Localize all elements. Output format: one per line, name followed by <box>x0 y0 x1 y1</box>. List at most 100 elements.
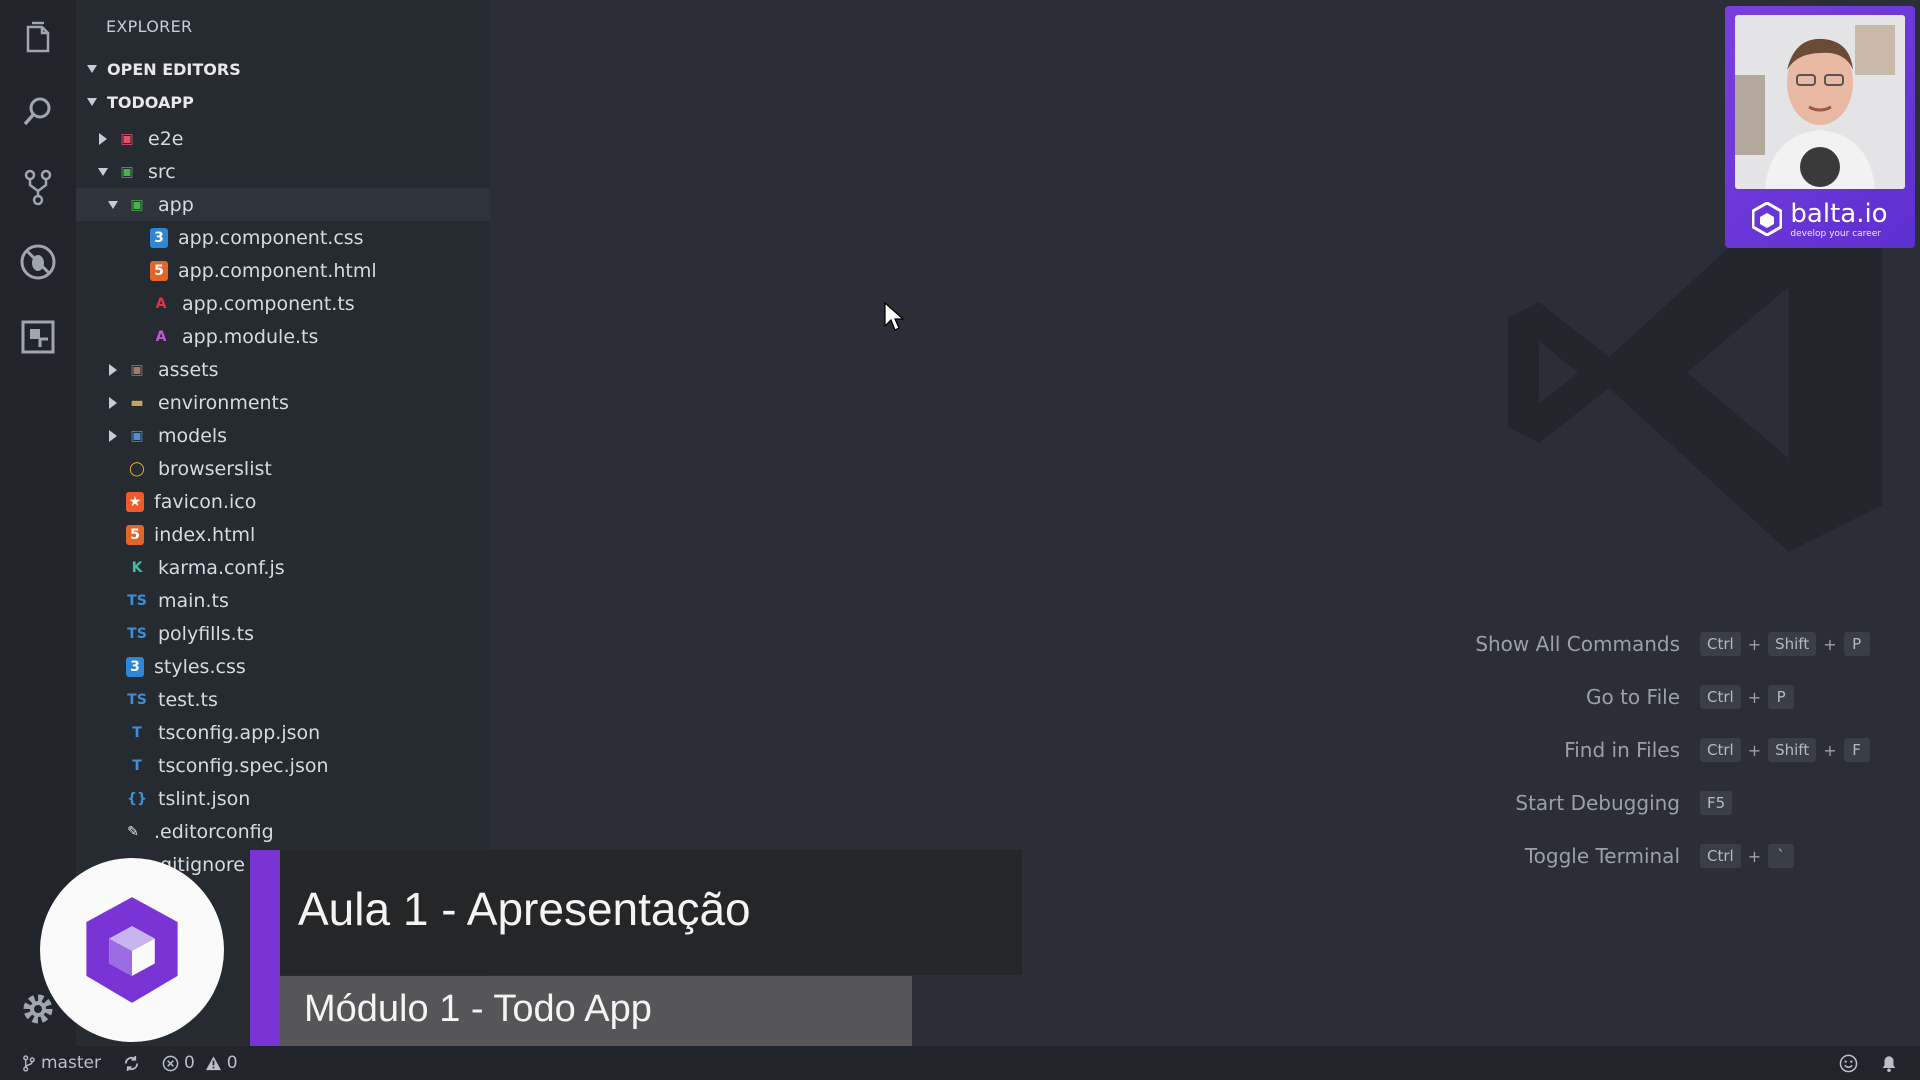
tree-item-label: assets <box>158 358 219 381</box>
presenter-video <box>1735 15 1905 189</box>
tree-item-label: tsconfig.spec.json <box>158 754 329 777</box>
shortcut-label[interactable]: Start Debugging <box>1390 791 1700 815</box>
keycap: ` <box>1768 844 1795 868</box>
tree-item-label: main.ts <box>158 589 229 612</box>
tree-item[interactable]: ▣ e2e <box>76 122 490 155</box>
tree-item-label: models <box>158 424 228 447</box>
chevron-down-icon <box>87 65 97 73</box>
tree-item[interactable]: 3 styles.css <box>76 650 490 683</box>
karma-icon: K <box>131 559 143 576</box>
shortcut-row[interactable]: Go to File Ctrl + P <box>1390 683 1920 711</box>
tree-item[interactable]: Kkarma.conf.js <box>76 551 490 584</box>
search-icon[interactable] <box>14 88 62 136</box>
chevron-right-icon[interactable] <box>106 363 120 377</box>
ts-file-icon: TS <box>127 625 147 642</box>
notifications-button[interactable] <box>1880 1054 1898 1073</box>
keycap: F <box>1843 738 1870 762</box>
open-editors-section[interactable]: OPEN EDITORS <box>76 53 490 85</box>
shortcut-label[interactable]: Go to File <box>1390 685 1700 709</box>
shortcut-keys: Ctrl + Shift + F <box>1700 738 1870 762</box>
warning-icon <box>205 1055 221 1070</box>
key-plus: + <box>1747 740 1762 760</box>
shortcut-label[interactable]: Show All Commands <box>1390 632 1700 656</box>
files-icon[interactable] <box>14 15 62 63</box>
extensions-icon[interactable] <box>14 313 62 361</box>
title-accent-bar <box>250 850 280 1046</box>
shortcut-keys: F5 <box>1700 791 1733 815</box>
chevron-down-icon[interactable] <box>96 165 110 179</box>
tree-item-label: test.ts <box>158 688 218 711</box>
project-section[interactable]: TODOAPP <box>76 86 490 118</box>
tree-item[interactable]: {} tslint.json <box>76 782 490 815</box>
html-file-icon: 5 <box>126 524 144 545</box>
tree-item-label: polyfills.ts <box>158 622 255 645</box>
key-plus: + <box>1747 634 1762 654</box>
source-control-icon[interactable] <box>14 163 62 211</box>
project-label: TODOAPP <box>107 92 194 112</box>
git-branch-indicator[interactable]: master <box>22 1053 101 1073</box>
tree-item[interactable]: ▬ environments <box>76 386 490 419</box>
shortcut-label[interactable]: Toggle Terminal <box>1390 844 1700 868</box>
shortcut-row[interactable]: Start Debugging F5 <box>1390 789 1920 817</box>
chevron-right-icon[interactable] <box>96 132 110 146</box>
sync-icon <box>124 1055 138 1071</box>
tree-item-label: app.component.ts <box>182 292 355 315</box>
keycap: F5 <box>1700 791 1733 815</box>
feedback-button[interactable] <box>1839 1054 1858 1073</box>
tree-item[interactable]: Aapp.module.ts <box>76 320 490 353</box>
webcam-overlay: balta.io develop your career <box>1725 6 1915 248</box>
tree-item-label: app <box>158 193 194 216</box>
tree-item[interactable]: 3 app.component.css <box>76 221 490 254</box>
tree-item[interactable]: TS polyfills.ts <box>76 617 490 650</box>
angular-file-icon: A <box>155 295 167 312</box>
assets-folder-icon: ▣ <box>130 361 144 378</box>
chevron-right-icon[interactable] <box>106 396 120 410</box>
key-plus: + <box>1823 634 1837 654</box>
shortcut-row[interactable]: Find in Files Ctrl + Shift + F <box>1390 736 1920 764</box>
tree-item[interactable]: TS main.ts <box>76 584 490 617</box>
chevron-down-icon[interactable] <box>106 198 120 212</box>
keycap: P <box>1768 685 1795 709</box>
shortcut-label[interactable]: Find in Files <box>1390 738 1700 762</box>
tree-item[interactable]: ▣ models <box>76 419 490 452</box>
tree-item[interactable]: ◯ browserslist <box>76 452 490 485</box>
mouse-cursor-icon <box>884 302 904 331</box>
shortcut-keys: Ctrl + Shift + P <box>1700 632 1870 656</box>
tree-item-label: favicon.ico <box>154 490 257 513</box>
error-icon <box>162 1055 179 1071</box>
tree-item[interactable]: ★ favicon.ico <box>76 485 490 518</box>
debug-icon[interactable] <box>14 238 62 286</box>
tree-item-label: app.component.html <box>178 259 377 282</box>
tree-item[interactable]: ✎ .editorconfig <box>76 815 490 848</box>
tree-item-label: .editorconfig <box>154 820 274 843</box>
tree-item[interactable]: ▣ assets <box>76 353 490 386</box>
tree-item[interactable]: Ttsconfig.app.json <box>76 716 490 749</box>
tree-item[interactable]: 5 index.html <box>76 518 490 551</box>
tree-item[interactable]: ▣ app <box>76 188 490 221</box>
balta-logo-badge <box>40 858 224 1042</box>
shortcut-row[interactable]: Toggle Terminal Ctrl + ` <box>1390 842 1920 870</box>
chevron-right-icon[interactable] <box>106 429 120 443</box>
tree-item[interactable]: 5 app.component.html <box>76 254 490 287</box>
tree-item-label: karma.conf.js <box>158 556 285 579</box>
key-plus: + <box>1747 846 1762 866</box>
tree-item[interactable]: Ttsconfig.spec.json <box>76 749 490 782</box>
keycap: Ctrl <box>1700 738 1741 762</box>
tree-item[interactable]: ▣ src <box>76 155 490 188</box>
problems-indicator[interactable]: 0 0 <box>162 1053 238 1073</box>
tsconfig-icon: T <box>132 724 142 741</box>
ts-file-icon: TS <box>127 691 147 708</box>
shortcut-row[interactable]: Show All Commands Ctrl + Shift + P <box>1390 630 1920 658</box>
tree-item[interactable]: TS test.ts <box>76 683 490 716</box>
editorconfig-icon: ✎ <box>127 823 139 840</box>
tree-item[interactable]: Aapp.component.ts <box>76 287 490 320</box>
git-branch-icon <box>23 1054 35 1072</box>
sync-button[interactable] <box>123 1055 140 1072</box>
